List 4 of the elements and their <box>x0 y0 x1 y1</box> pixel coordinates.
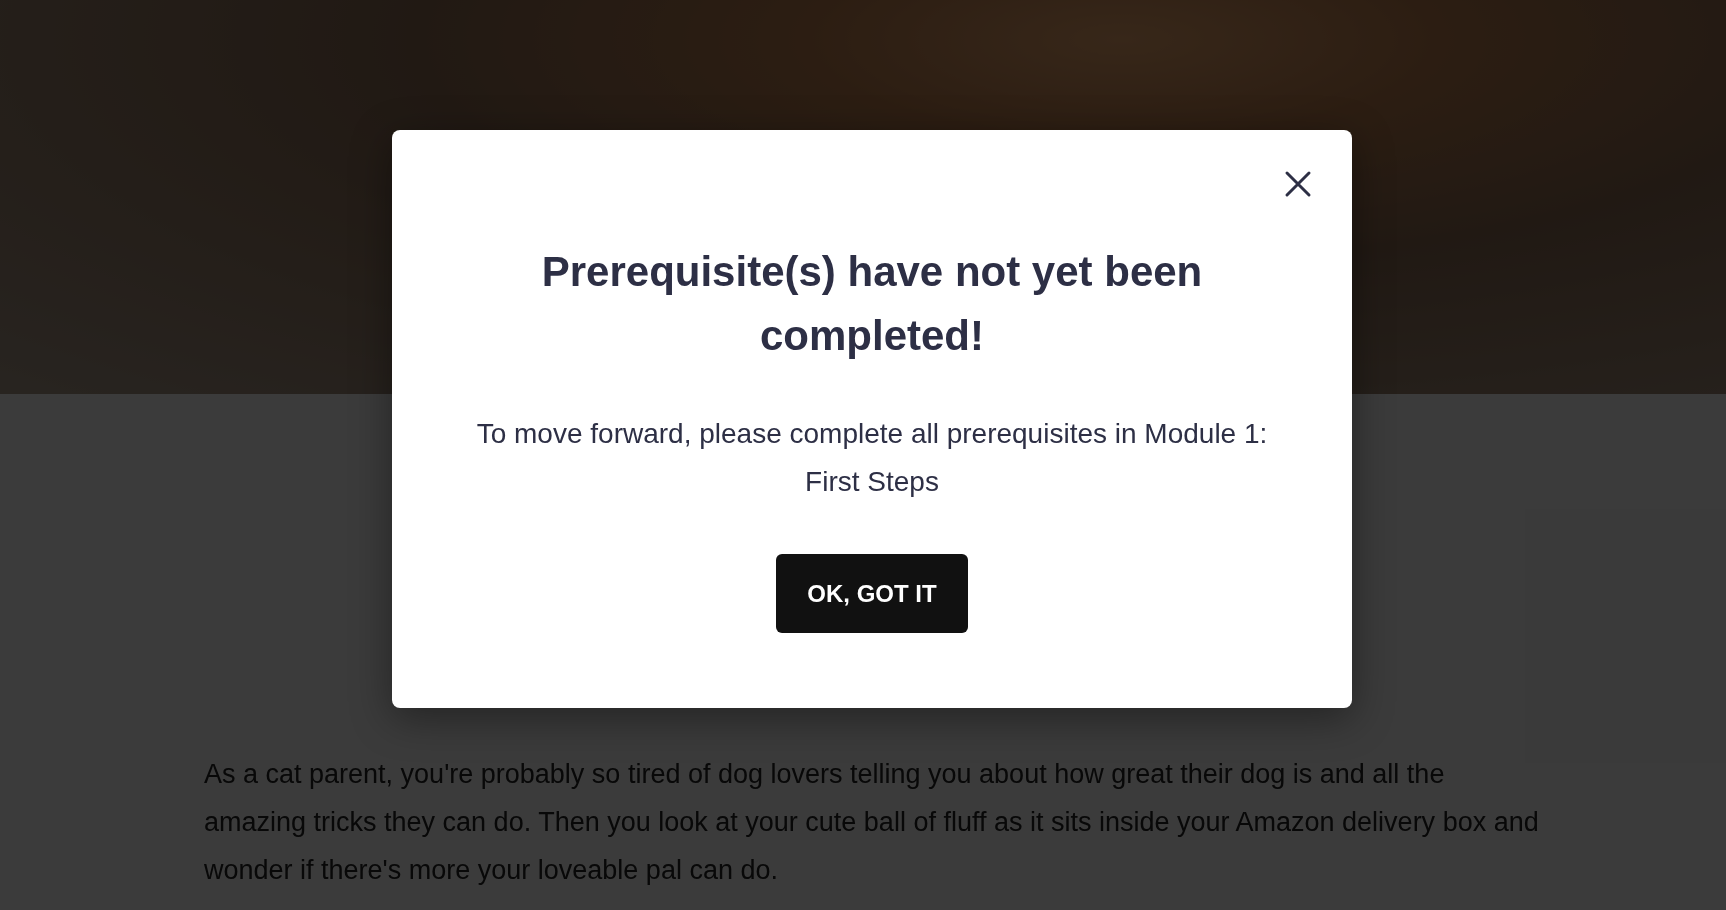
close-icon[interactable] <box>1284 170 1312 198</box>
modal-title: Prerequisite(s) have not yet been completed! <box>540 247 1204 361</box>
ok-button[interactable]: OK, GOT IT <box>776 554 968 633</box>
modal-message: To move forward, please complete all prerequisites in Module 1: First Steps <box>475 417 1269 499</box>
